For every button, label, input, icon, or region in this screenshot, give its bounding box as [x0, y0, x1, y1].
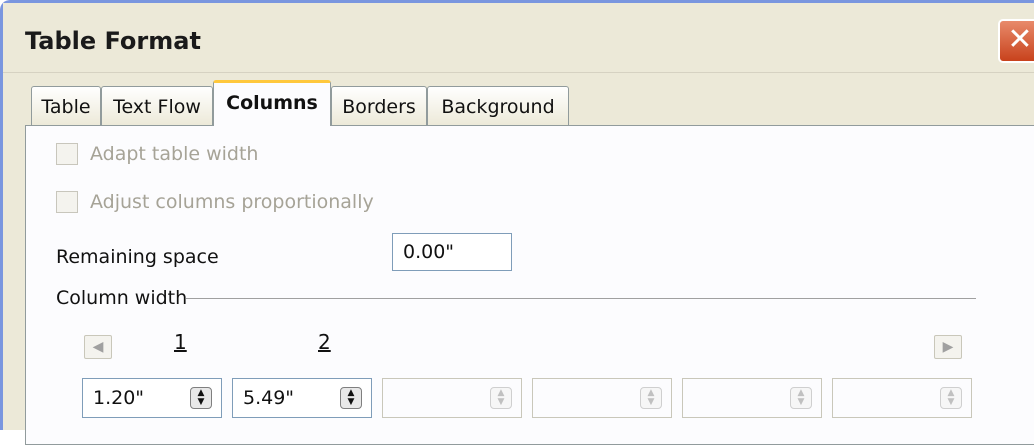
tab-text-flow[interactable]: Text Flow [101, 86, 213, 126]
tab-columns[interactable]: Columns [213, 80, 331, 126]
spin-updown-icon: ▲ ▼ [490, 387, 512, 409]
adjust-columns-option: Adjust columns proportionally [56, 189, 374, 215]
column-number-1: 1 [174, 330, 187, 354]
column-width-heading: Column width [56, 287, 188, 309]
adapt-table-width-checkbox [56, 143, 78, 165]
column-width-separator [186, 298, 976, 299]
column-number-2: 2 [318, 330, 331, 354]
arrow-right-icon: ▶ [942, 339, 954, 355]
column-1-width-value: 1.20" [93, 387, 145, 409]
close-button[interactable]: ✕ [998, 19, 1034, 63]
column-5-width-field: ▲ ▼ [682, 378, 822, 418]
column-6-width-field: ▲ ▼ [832, 378, 972, 418]
dialog-title: Table Format [25, 27, 201, 55]
spin-updown-icon: ▲ ▼ [790, 387, 812, 409]
remaining-space-label: Remaining space [56, 246, 219, 268]
table-format-dialog: Table Format ✕ Table Text Flow Columns B… [0, 0, 1034, 445]
tab-table[interactable]: Table [31, 86, 101, 126]
adapt-table-width-option: Adapt table width [56, 141, 258, 167]
columns-panel: Adapt table width Adjust columns proport… [25, 125, 1034, 445]
adjust-columns-checkbox [56, 191, 78, 213]
arrow-left-icon: ◀ [92, 339, 104, 355]
spin-updown-icon: ▲ ▼ [640, 387, 662, 409]
remaining-space-field[interactable]: 0.00" [392, 233, 512, 271]
spin-updown-icon[interactable]: ▲ ▼ [190, 387, 212, 409]
scroll-left-button[interactable]: ◀ [84, 335, 112, 359]
close-icon: ✕ [1007, 22, 1033, 57]
column-1-width-field[interactable]: 1.20" ▲ ▼ [82, 378, 222, 418]
column-4-width-field: ▲ ▼ [532, 378, 672, 418]
column-2-width-value: 5.49" [243, 387, 295, 409]
title-bar: Table Format ✕ [3, 3, 1034, 73]
tab-background[interactable]: Background [427, 86, 569, 126]
column-2-width-field[interactable]: 5.49" ▲ ▼ [232, 378, 372, 418]
column-3-width-field: ▲ ▼ [382, 378, 522, 418]
adapt-table-width-label: Adapt table width [90, 143, 259, 165]
scroll-right-button[interactable]: ▶ [934, 335, 962, 359]
spin-updown-icon: ▲ ▼ [940, 387, 962, 409]
tab-borders[interactable]: Borders [331, 86, 427, 126]
adjust-columns-label: Adjust columns proportionally [90, 191, 374, 213]
spin-updown-icon[interactable]: ▲ ▼ [340, 387, 362, 409]
